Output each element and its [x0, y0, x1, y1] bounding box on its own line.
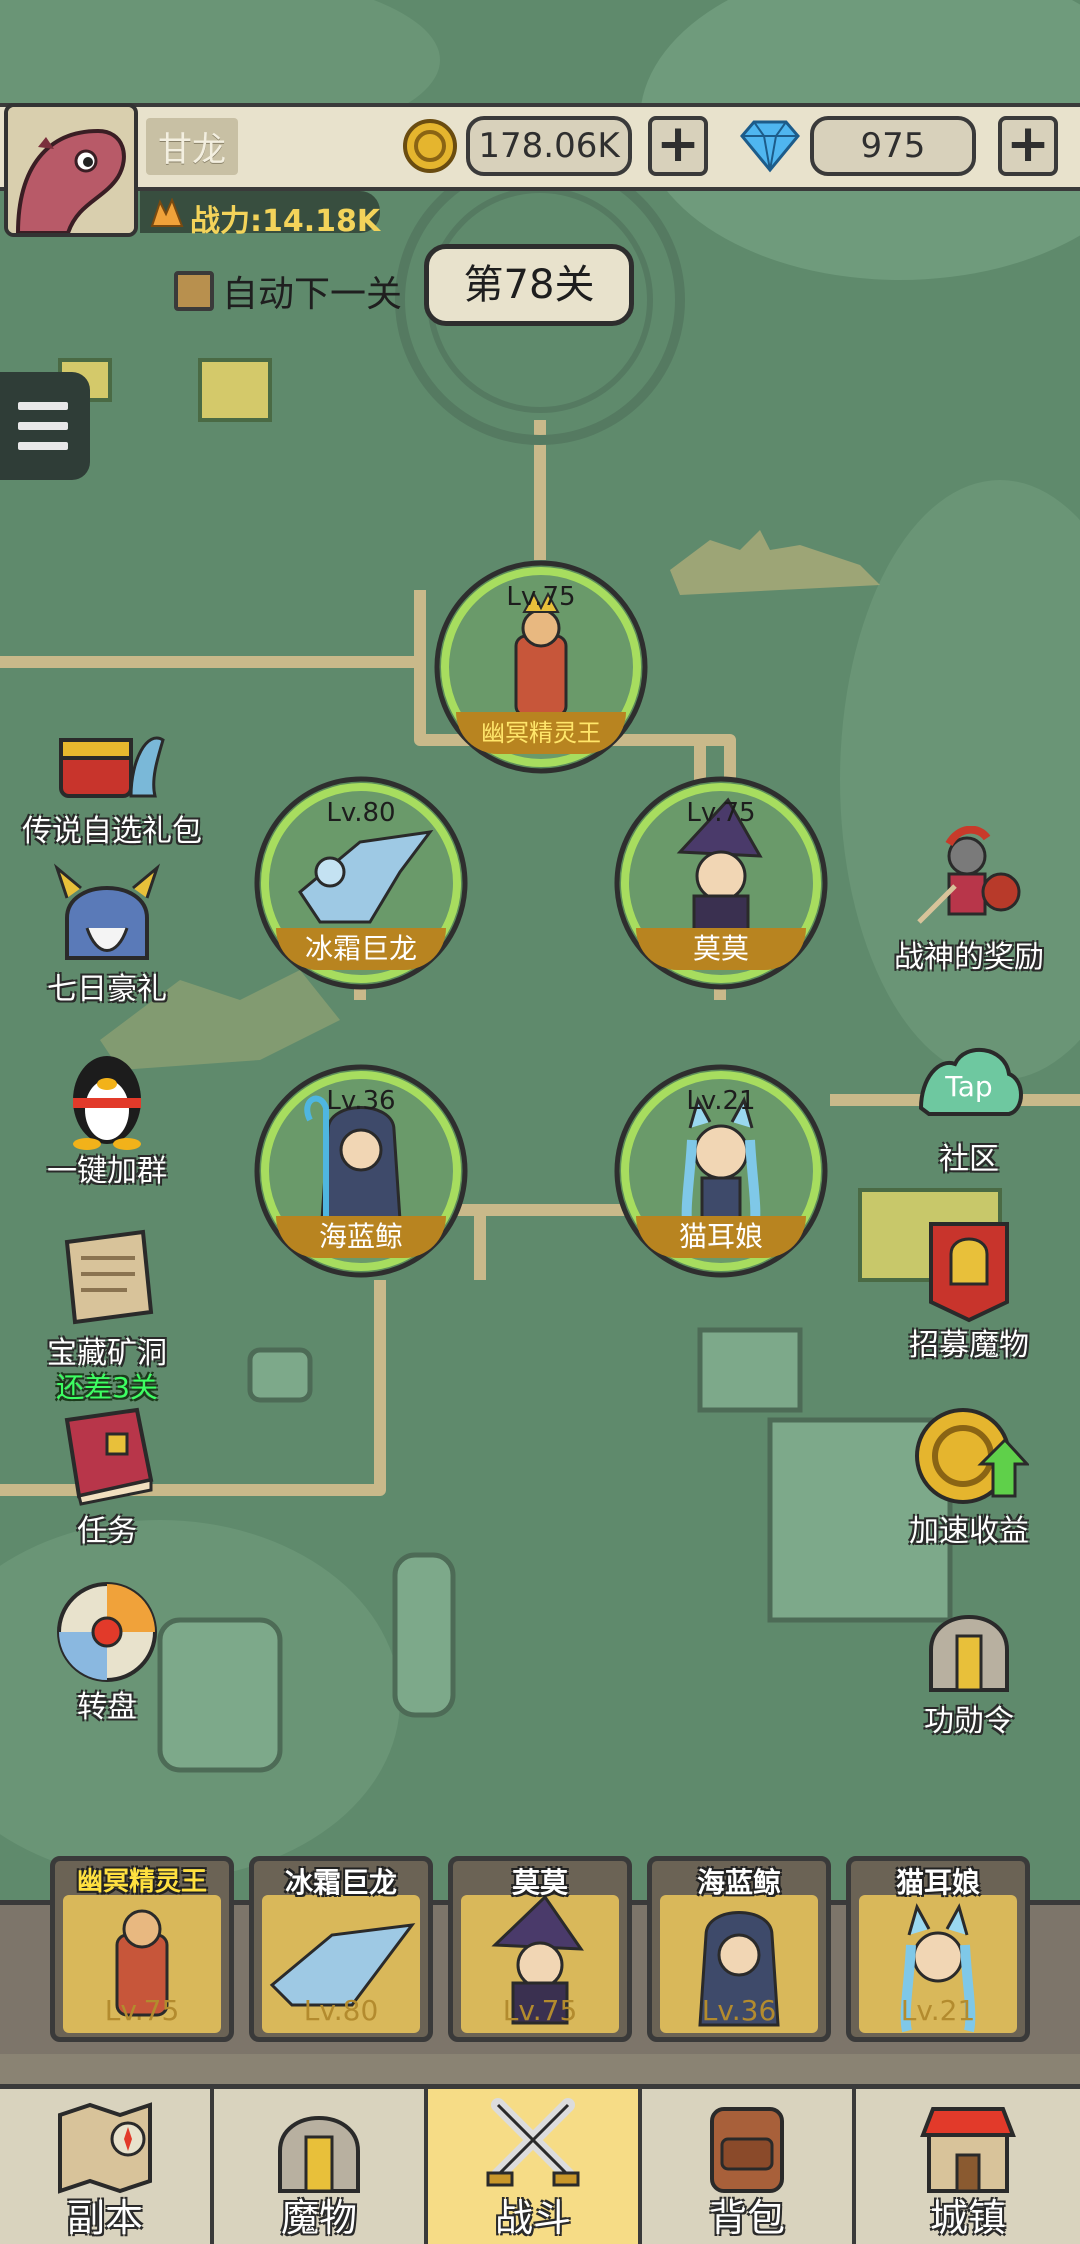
tab-label: 副本 — [66, 2196, 143, 2240]
side-label: 传说自选礼包 — [22, 814, 202, 849]
tab-monsters[interactable]: 魔物 — [214, 2089, 428, 2244]
side-label: 转盘 — [77, 1690, 137, 1725]
tab-label: 魔物 — [280, 2196, 357, 2240]
dinosaur-avatar-icon — [8, 107, 134, 233]
tab-label: 背包 — [708, 2196, 785, 2240]
side-label: 七日豪礼 — [47, 972, 167, 1007]
auto-next-checkbox[interactable] — [174, 271, 214, 311]
penguin-icon — [73, 1056, 141, 1150]
tab-label: 战斗 — [494, 2196, 571, 2240]
gold-amount: 178.06K — [466, 116, 632, 176]
node-name: 海蓝鲸 — [276, 1216, 446, 1258]
team-node-5[interactable]: Lv.21 猫耳娘 — [610, 1060, 832, 1282]
node-level: Lv.75 — [686, 798, 756, 828]
node-level: Lv.36 — [326, 1086, 396, 1116]
side-label: 社区 — [939, 1142, 999, 1177]
dungeon-map-icon — [58, 2102, 152, 2194]
card-level: Lv.75 — [104, 1994, 180, 2027]
merit-helmet-icon — [929, 1615, 1009, 1692]
card-name: 幽冥精灵王 — [76, 1867, 207, 1897]
team-bar-edge — [0, 2054, 1080, 2084]
war-god-reward-button[interactable]: 战神的奖励 — [884, 825, 1054, 976]
side-label: 功勋令 — [924, 1704, 1014, 1739]
current-stage-badge[interactable]: 第78关 — [424, 244, 634, 326]
side-label: 宝藏矿洞 — [47, 1336, 167, 1371]
backpack-icon — [710, 2107, 784, 2193]
team-node-3[interactable]: Lv.75 莫莫 — [610, 772, 832, 994]
lucky-wheel-button[interactable]: 转盘 — [22, 1576, 192, 1726]
tab-town[interactable]: 城镇 — [856, 2089, 1080, 2244]
spartan-warrior-icon — [917, 825, 1021, 924]
card-level: Lv.21 — [900, 1994, 976, 2027]
power-value: 战力:14.18K — [190, 204, 381, 239]
tab-backpack[interactable]: 背包 — [642, 2089, 856, 2244]
add-diamond-button[interactable]: + — [998, 116, 1058, 176]
knight-helmet-icon — [53, 863, 161, 960]
node-name: 幽冥精灵王 — [456, 712, 626, 754]
quest-book-icon — [64, 1407, 154, 1506]
card-name: 冰霜巨龙 — [284, 1866, 397, 1899]
elf-king-icon — [514, 591, 568, 718]
speed-up-income-button[interactable]: 加速收益 — [884, 1400, 1054, 1550]
tab-dungeon[interactable]: 副本 — [0, 2089, 214, 2244]
player-avatar[interactable] — [4, 103, 138, 237]
auto-next-toggle[interactable]: 自动下一关 — [174, 265, 402, 317]
node-level: Lv.80 — [326, 798, 396, 828]
card-level: Lv.80 — [303, 1994, 379, 2027]
team-node-4[interactable]: Lv.36 海蓝鲸 — [250, 1060, 472, 1282]
join-group-button[interactable]: 一键加群 — [22, 1040, 192, 1190]
recruit-banner-icon — [929, 1222, 1009, 1323]
shop-building-icon — [920, 2107, 1016, 2193]
seven-day-gift-button[interactable]: 七日豪礼 — [22, 858, 192, 1008]
add-gold-button[interactable]: + — [648, 116, 708, 176]
card-name: 海蓝鲸 — [696, 1866, 781, 1899]
power-icon — [150, 198, 184, 227]
side-label: 招募魔物 — [909, 1328, 1029, 1363]
map-scroll-icon — [64, 1229, 154, 1325]
side-label: 任务 — [77, 1514, 137, 1549]
team-card-2[interactable]: 冰霜巨龙 Lv.80 — [249, 1856, 433, 2042]
node-level: Lv.75 — [506, 582, 576, 612]
monster-helmet-icon — [278, 2116, 360, 2193]
team-card-5[interactable]: 猫耳娘 Lv.21 — [846, 1856, 1030, 2042]
treasure-mine-button[interactable]: 宝藏矿洞 还差3关 — [22, 1222, 192, 1404]
tap-icon-text: Tap — [944, 1070, 992, 1103]
treasure-chest-icon — [59, 736, 165, 798]
recruit-monster-button[interactable]: 招募魔物 — [884, 1214, 1054, 1364]
team-card-3[interactable]: 莫莫 Lv.75 — [448, 1856, 632, 2042]
side-label: 一键加群 — [47, 1154, 167, 1189]
coin-boost-icon — [915, 1408, 1031, 1504]
side-label: 战神的奖励 — [894, 940, 1044, 975]
node-name: 冰霜巨龙 — [276, 928, 446, 970]
card-level: Lv.75 — [502, 1994, 578, 2027]
team-node-1[interactable]: Lv.75 幽冥精灵王 — [430, 556, 652, 778]
community-button[interactable]: Tap 社区 — [884, 1028, 1054, 1178]
player-name: 甘龙 — [146, 118, 238, 175]
team-card-1[interactable]: 幽冥精灵王 Lv.75 — [50, 1856, 234, 2042]
gold-coin-icon — [403, 119, 457, 173]
team-card-4[interactable]: 海蓝鲸 Lv.36 — [647, 1856, 831, 2042]
node-name: 猫耳娘 — [636, 1216, 806, 1258]
hamburger-menu-button[interactable] — [0, 372, 90, 480]
auto-next-label: 自动下一关 — [222, 274, 403, 315]
team-node-2[interactable]: Lv.80 冰霜巨龙 — [250, 772, 472, 994]
tasks-button[interactable]: 任务 — [22, 1400, 192, 1550]
wheel-icon — [57, 1582, 157, 1682]
side-label: 加速收益 — [909, 1514, 1029, 1549]
card-level: Lv.36 — [701, 1994, 777, 2027]
legend-gift-pack-button[interactable]: 传说自选礼包 — [22, 700, 202, 850]
diamond-icon — [740, 120, 800, 173]
tab-label: 城镇 — [929, 2196, 1006, 2240]
diamond-amount: 975 — [810, 116, 976, 176]
merit-order-button[interactable]: 功勋令 — [884, 1590, 1054, 1740]
crossed-swords-icon — [486, 2098, 580, 2187]
card-name: 猫耳娘 — [895, 1866, 980, 1899]
tap-cloud-icon: Tap — [918, 1047, 1023, 1116]
node-level: Lv.21 — [686, 1086, 756, 1116]
card-name: 莫莫 — [511, 1866, 568, 1899]
tab-battle[interactable]: 战斗 — [428, 2089, 642, 2244]
node-name: 莫莫 — [636, 928, 806, 970]
